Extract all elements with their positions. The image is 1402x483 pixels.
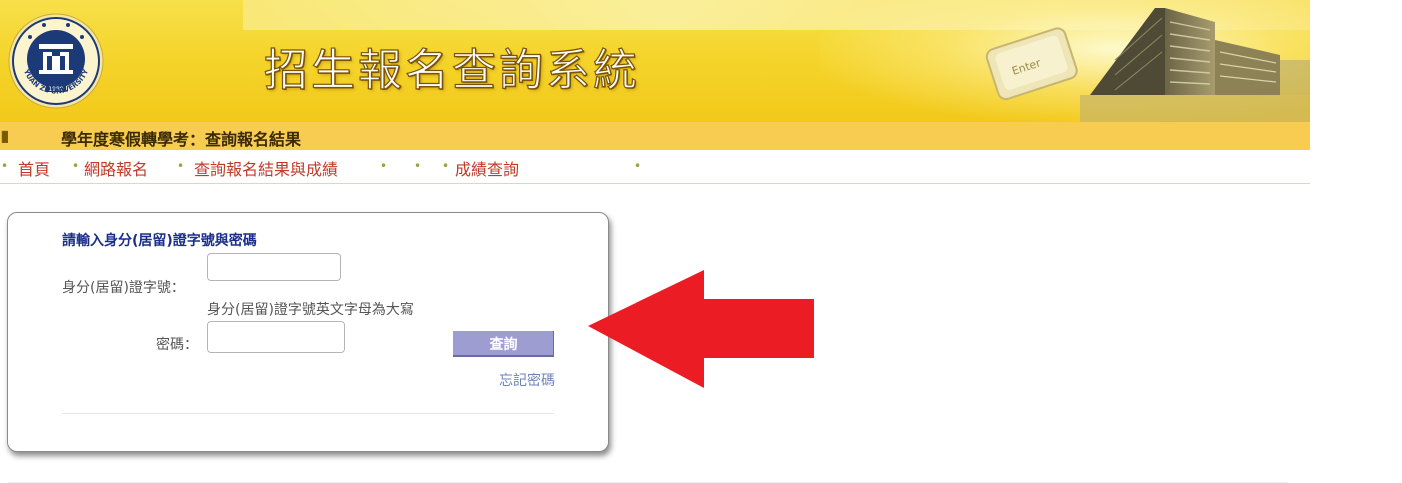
login-panel: 請輸入身分(居留)證字號與密碼 身分(居留)證字號： 身分(居留)證字號英文字母… (7, 212, 609, 452)
nav-item-query-results[interactable]: 查詢報名結果與成績 (194, 156, 338, 180)
campus-building-image: Enter (985, 8, 1310, 122)
red-arrow-icon (588, 270, 814, 388)
nav-bullet: • (380, 159, 388, 173)
id-number-input[interactable] (207, 253, 341, 281)
site-title: 招生報名查詢系統 (263, 44, 640, 96)
panel-divider (62, 413, 554, 414)
nav-item-home[interactable]: 首頁 (18, 156, 50, 180)
forgot-password-link[interactable]: 忘記密碼 (499, 370, 555, 390)
main-nav: • 首頁 • 網路報名 • 查詢報名結果與成績 • • • 成績查詢 • (0, 150, 1310, 184)
nav-bullet: • (442, 159, 450, 173)
header-banner: 1989 YUAN ZE UNIVERSITY 招生報名查詢系統 Enter (0, 0, 1310, 122)
id-number-hint: 身分(居留)證字號英文字母為大寫 (207, 302, 414, 318)
subheader-dots-icon: ■ ■ (1, 129, 9, 144)
nav-item-online-registration[interactable]: 網路報名 (84, 156, 148, 180)
nav-bullet: • (177, 159, 185, 173)
login-heading: 請輸入身分(居留)證字號與密碼 (62, 233, 257, 249)
nav-bullet: • (72, 159, 80, 173)
password-label: 密碼： (156, 337, 198, 353)
nav-bullet: • (1, 159, 9, 173)
nav-item-score-query[interactable]: 成績查詢 (455, 156, 519, 180)
nav-bullet: • (414, 159, 422, 173)
password-input[interactable] (207, 321, 345, 353)
id-number-label: 身分(居留)證字號： (62, 280, 185, 296)
enter-key-icon: Enter (985, 27, 1078, 101)
subheader-bar: ■ ■ 學年度寒假轉學考：查詢報名結果 (0, 122, 1310, 150)
nav-bullet: • (634, 159, 642, 173)
page-title: 學年度寒假轉學考：查詢報名結果 (61, 130, 302, 149)
university-logo: 1989 YUAN ZE UNIVERSITY (8, 13, 104, 109)
query-button[interactable]: 查詢 (453, 331, 554, 357)
